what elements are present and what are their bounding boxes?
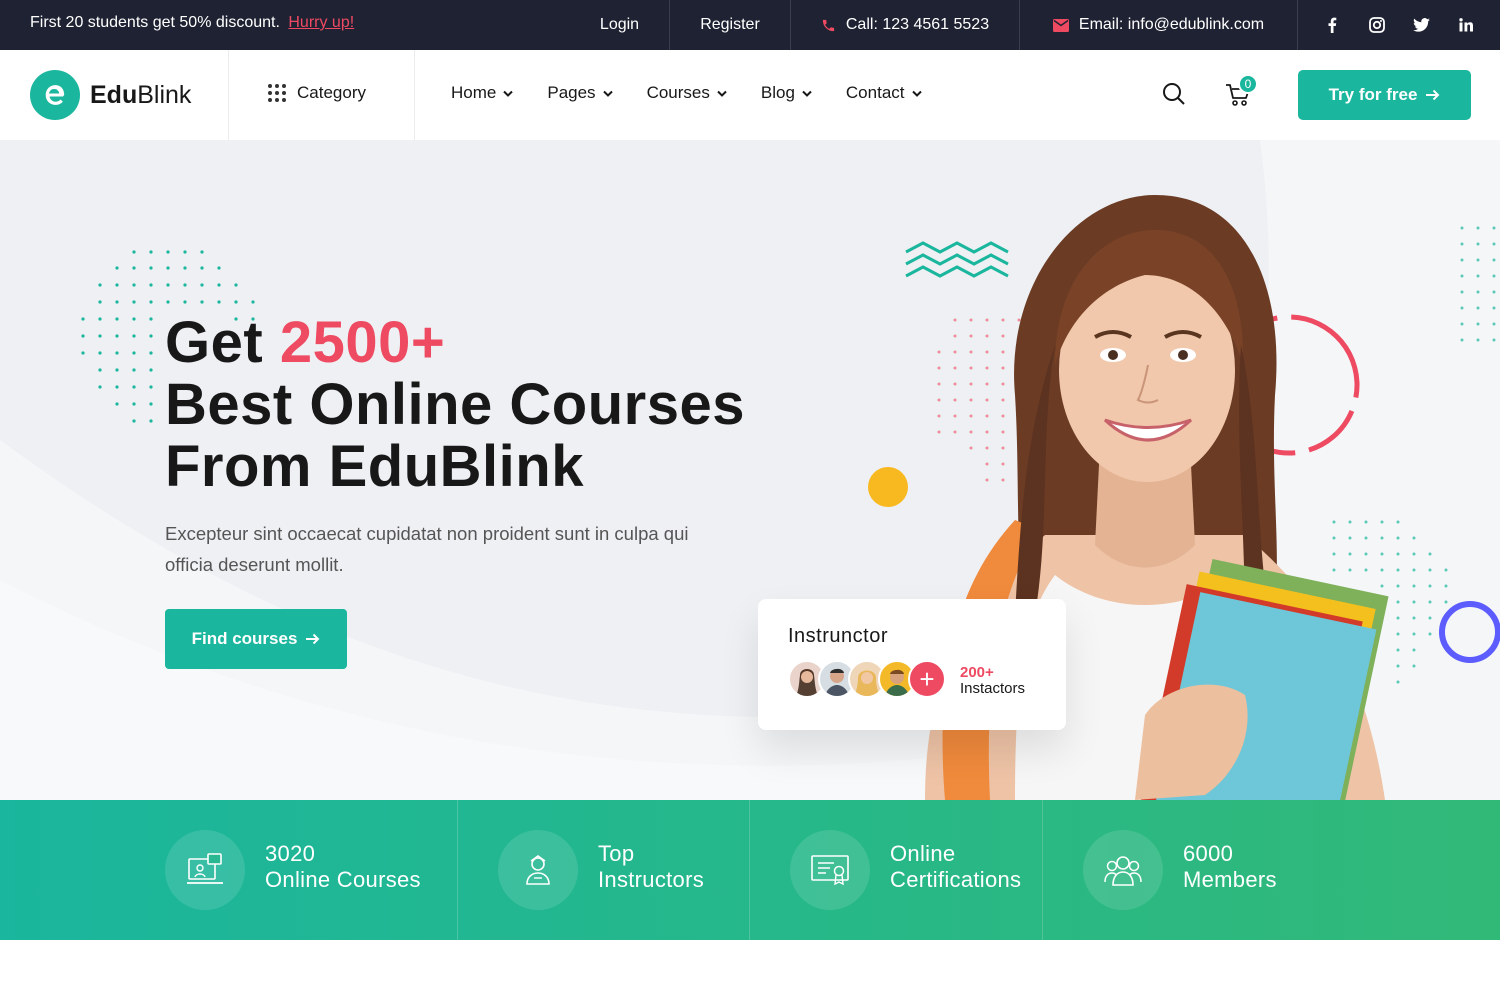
call-label: Call: 123 4561 5523 xyxy=(845,16,990,33)
feature-online-courses: 3020 Online Courses xyxy=(165,800,457,940)
cart-count-badge: 0 xyxy=(1238,74,1258,94)
find-courses-label: Find courses xyxy=(191,629,298,648)
category-menu[interactable]: Category xyxy=(268,83,366,103)
linkedin-icon[interactable] xyxy=(1455,14,1477,36)
hero-description: Excepteur sint occaecat cupidatat non pr… xyxy=(165,523,689,575)
phone-icon xyxy=(822,19,834,31)
feature-text: Online Certifications xyxy=(890,841,1021,893)
chevron-down-icon xyxy=(802,90,812,97)
feature-text: 6000 Members xyxy=(1183,841,1277,893)
header-divider xyxy=(228,50,229,140)
more-instructors-plus-icon[interactable]: + xyxy=(908,660,946,698)
feature-divider xyxy=(457,800,458,940)
logo-text: EduBlink xyxy=(90,81,191,110)
hero-title-line2: Best Online Courses xyxy=(165,372,745,437)
facebook-icon[interactable] xyxy=(1321,14,1343,36)
search-button[interactable] xyxy=(1162,82,1186,106)
chevron-down-icon xyxy=(717,90,727,97)
register-label: Register xyxy=(700,16,760,33)
try-button-label: Try for free xyxy=(1328,85,1418,104)
nav-label: Pages xyxy=(547,83,596,102)
nav-label: Contact xyxy=(845,83,905,102)
feature-line2: Certifications xyxy=(890,867,1022,892)
try-for-free-button[interactable]: Try for free xyxy=(1298,70,1471,120)
hero-title-accent: 2500+ xyxy=(279,310,446,375)
logo-text-bold: Edu xyxy=(90,80,138,109)
site-header: EduBlink Category Home Pages Courses Blo… xyxy=(0,50,1500,140)
instructor-card-title: Instrunctor xyxy=(788,625,888,647)
laptop-icon xyxy=(165,830,245,910)
feature-line2: Instructors xyxy=(598,867,704,892)
nav-label: Blog xyxy=(760,83,795,102)
header-divider xyxy=(414,50,415,140)
call-link[interactable]: Call: 123 4561 5523 xyxy=(790,0,1019,50)
instructor-icon xyxy=(498,830,578,910)
email-label: Email: info@edublink.com xyxy=(1078,16,1265,33)
twitter-icon[interactable] xyxy=(1410,14,1432,36)
envelope-icon xyxy=(1052,18,1069,32)
hero-title-line3: From EduBlink xyxy=(165,434,584,499)
nav-label: Courses xyxy=(646,83,710,102)
feature-top-instructors: Top Instructors xyxy=(498,800,749,940)
login-link[interactable]: Login xyxy=(570,0,669,50)
instructor-count-label: Instactors xyxy=(960,680,1026,697)
feature-text: Top Instructors xyxy=(598,841,704,893)
find-courses-button[interactable]: Find courses xyxy=(165,609,347,669)
feature-text: 3020 Online Courses xyxy=(265,841,421,893)
main-nav: Home Pages Courses Blog Contact xyxy=(451,83,956,103)
feature-divider xyxy=(1042,800,1043,940)
hero-title: Get 2500+ Best Online Courses From EduBl… xyxy=(165,312,745,498)
promo-link[interactable]: Hurry up! xyxy=(288,14,354,31)
hero-title-line1: Get 2500+ xyxy=(165,312,745,374)
promo-text: First 20 students get 50% discount. xyxy=(30,14,280,31)
instructor-count: 200+ xyxy=(960,664,994,681)
chevron-down-icon xyxy=(503,90,514,97)
feature-line1: 6000 xyxy=(1183,841,1234,866)
category-label: Category xyxy=(297,83,366,102)
members-icon xyxy=(1083,830,1163,910)
hero-section: Get 2500+ Best Online Courses From EduBl… xyxy=(0,140,1500,800)
feature-online-certifications: Online Certifications xyxy=(790,800,1042,940)
feature-members: 6000 Members xyxy=(1083,800,1333,940)
email-link[interactable]: Email: info@edublink.com xyxy=(1019,0,1297,50)
feature-line2: Online Courses xyxy=(265,867,421,892)
feature-divider xyxy=(749,800,750,940)
nav-pages[interactable]: Pages xyxy=(547,83,613,103)
feature-line1: Online xyxy=(890,841,956,866)
arrow-right-icon xyxy=(306,633,320,645)
nav-blog[interactable]: Blog xyxy=(761,83,812,103)
logo-mark-icon xyxy=(30,70,80,120)
register-link[interactable]: Register xyxy=(669,0,790,50)
instructor-card: Instrunctor + 200+ Instactors xyxy=(758,599,1066,730)
logo[interactable]: EduBlink xyxy=(30,70,191,120)
search-icon xyxy=(1163,83,1185,105)
arrow-right-icon xyxy=(1426,89,1440,101)
chevron-down-icon xyxy=(911,90,922,97)
promo: First 20 students get 50% discount. Hurr… xyxy=(30,14,354,32)
instagram-icon[interactable] xyxy=(1366,14,1388,36)
nav-contact[interactable]: Contact xyxy=(846,83,922,103)
nav-home[interactable]: Home xyxy=(451,83,514,103)
feature-line1: Top xyxy=(598,841,635,866)
top-bar: First 20 students get 50% discount. Hurr… xyxy=(0,0,1500,50)
instructor-avatars: + xyxy=(788,660,946,698)
grid-icon xyxy=(268,84,286,102)
logo-text-light: Blink xyxy=(137,80,192,109)
social-links xyxy=(1297,0,1500,50)
nav-courses[interactable]: Courses xyxy=(647,83,727,103)
feature-line1: 3020 xyxy=(265,841,316,866)
hero-title-prefix: Get xyxy=(165,310,264,375)
features-strip: 3020 Online Courses Top Instructors Online… xyxy=(0,800,1500,940)
login-label: Login xyxy=(599,16,640,33)
feature-line2: Members xyxy=(1183,867,1277,892)
nav-label: Home xyxy=(451,83,497,102)
chevron-down-icon xyxy=(602,90,613,97)
certificate-icon xyxy=(790,830,870,910)
